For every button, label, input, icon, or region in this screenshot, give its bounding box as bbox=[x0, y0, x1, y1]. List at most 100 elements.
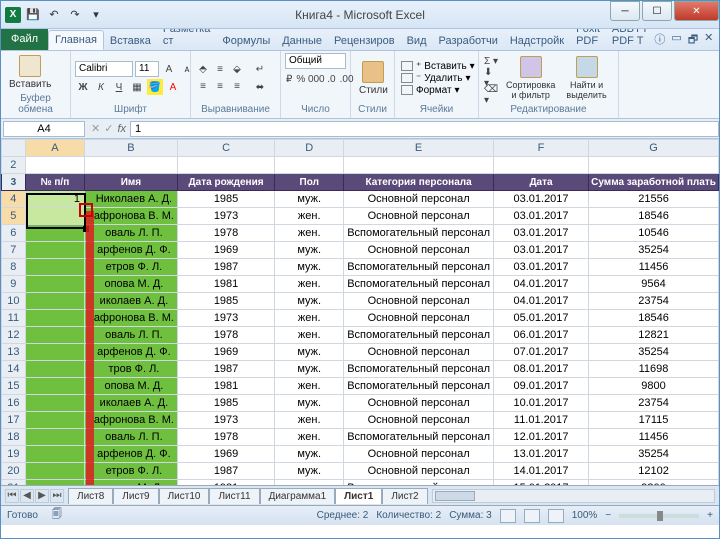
cell[interactable]: 1978 bbox=[177, 429, 274, 446]
cell[interactable] bbox=[25, 327, 84, 344]
cell[interactable]: оваль Л. П. bbox=[84, 225, 177, 242]
cell[interactable]: 1969 bbox=[177, 446, 274, 463]
cell[interactable] bbox=[25, 208, 84, 225]
align-mid[interactable]: ≡ bbox=[212, 62, 228, 78]
tab-dev[interactable]: Разработчи bbox=[433, 32, 504, 50]
cell[interactable]: Вспомогательный персонал bbox=[344, 327, 494, 344]
fx-icon[interactable]: fx bbox=[117, 123, 126, 135]
align-center[interactable]: ≡ bbox=[212, 79, 228, 95]
cell[interactable]: жен. bbox=[275, 310, 344, 327]
horizontal-scrollbar[interactable] bbox=[432, 489, 715, 503]
cell[interactable]: 12102 bbox=[589, 463, 719, 480]
sheet-tab[interactable]: Лист2 bbox=[382, 488, 427, 504]
cell[interactable]: Основной персонал bbox=[344, 242, 494, 259]
cell[interactable]: 18546 bbox=[589, 310, 719, 327]
paste-button[interactable]: Вставить bbox=[5, 53, 55, 92]
cell[interactable] bbox=[25, 446, 84, 463]
cell[interactable]: 35254 bbox=[589, 344, 719, 361]
cell[interactable]: афронова В. М. bbox=[84, 208, 177, 225]
tab-formulas[interactable]: Формулы bbox=[216, 32, 276, 50]
number-format-combo[interactable]: Общий bbox=[285, 53, 346, 69]
cell[interactable]: 1 bbox=[25, 191, 84, 208]
cell[interactable]: жен. bbox=[275, 208, 344, 225]
cell[interactable] bbox=[25, 276, 84, 293]
tab-nav-next[interactable]: ▶ bbox=[35, 489, 49, 503]
cell[interactable]: жен. bbox=[275, 429, 344, 446]
cell[interactable]: 18546 bbox=[589, 208, 719, 225]
cell[interactable]: 1985 bbox=[177, 293, 274, 310]
table-header[interactable]: Дата рождения bbox=[177, 174, 274, 191]
align-left[interactable]: ≡ bbox=[195, 79, 211, 95]
tab-addins[interactable]: Надстройк bbox=[504, 32, 570, 50]
close-button[interactable]: ✕ bbox=[674, 1, 719, 21]
cell[interactable]: 35254 bbox=[589, 242, 719, 259]
row-header[interactable]: 12 bbox=[2, 327, 26, 344]
cell[interactable]: муж. bbox=[275, 395, 344, 412]
row-header[interactable]: 21 bbox=[2, 480, 26, 486]
cell[interactable]: Основной персонал bbox=[344, 412, 494, 429]
cell[interactable]: жен. bbox=[275, 480, 344, 486]
select-all-corner[interactable] bbox=[2, 140, 26, 157]
cell[interactable]: жен. bbox=[275, 412, 344, 429]
min-ribbon-icon[interactable]: ▭ bbox=[671, 31, 681, 50]
cell[interactable] bbox=[25, 463, 84, 480]
cell[interactable]: 21556 bbox=[589, 191, 719, 208]
name-box[interactable]: A4 bbox=[3, 121, 85, 137]
row-header[interactable]: 19 bbox=[2, 446, 26, 463]
sort-filter-button[interactable]: Сортировка и фильтр bbox=[502, 54, 559, 102]
row-header[interactable]: 18 bbox=[2, 429, 26, 446]
cell[interactable]: опова М. Д. bbox=[84, 276, 177, 293]
worksheet[interactable]: A B C D E F G 2 3 № п/п Имя Дата рождени… bbox=[1, 139, 719, 485]
cell[interactable]: 35254 bbox=[589, 446, 719, 463]
cell[interactable]: Основной персонал bbox=[344, 463, 494, 480]
cell[interactable] bbox=[25, 395, 84, 412]
font-size-combo[interactable]: 11 bbox=[135, 61, 159, 77]
cell[interactable]: муж. bbox=[275, 463, 344, 480]
currency-button[interactable]: ₽ bbox=[285, 71, 293, 87]
cell[interactable]: 03.01.2017 bbox=[494, 208, 589, 225]
zoom-out[interactable]: − bbox=[605, 510, 611, 521]
col-header-c[interactable]: C bbox=[177, 140, 274, 157]
tab-nav-prev[interactable]: ◀ bbox=[20, 489, 34, 503]
cell[interactable]: 1978 bbox=[177, 225, 274, 242]
cell[interactable] bbox=[25, 259, 84, 276]
col-header-a[interactable]: A bbox=[25, 140, 84, 157]
cell[interactable]: арфенов Д. Ф. bbox=[84, 242, 177, 259]
cell[interactable]: Основной персонал bbox=[344, 446, 494, 463]
cell[interactable]: 10.01.2017 bbox=[494, 395, 589, 412]
delete-cells[interactable]: ⁻ Удалить ▾ bbox=[399, 73, 477, 84]
cell[interactable]: 9564 bbox=[589, 276, 719, 293]
fill-color-button[interactable]: 🪣 bbox=[147, 79, 163, 95]
cell[interactable]: жен. bbox=[275, 276, 344, 293]
cell[interactable] bbox=[25, 293, 84, 310]
sheet-tab[interactable]: Диаграмма1 bbox=[260, 488, 336, 504]
cell[interactable]: 03.01.2017 bbox=[494, 191, 589, 208]
cell[interactable]: 11698 bbox=[589, 361, 719, 378]
cell[interactable]: 10546 bbox=[589, 225, 719, 242]
cell[interactable]: 06.01.2017 bbox=[494, 327, 589, 344]
percent-button[interactable]: % bbox=[295, 71, 306, 87]
bold-button[interactable]: Ж bbox=[75, 79, 91, 95]
cell[interactable]: 1981 bbox=[177, 276, 274, 293]
align-bot[interactable]: ⬙ bbox=[229, 62, 245, 78]
clear-button[interactable]: ⌫ ▾ bbox=[483, 87, 499, 103]
tab-view[interactable]: Вид bbox=[401, 32, 433, 50]
cell[interactable]: муж. bbox=[275, 446, 344, 463]
tab-file[interactable]: Файл bbox=[1, 28, 48, 50]
cell[interactable]: 1973 bbox=[177, 208, 274, 225]
cell[interactable]: 1981 bbox=[177, 378, 274, 395]
cell[interactable] bbox=[25, 242, 84, 259]
row-header[interactable]: 6 bbox=[2, 225, 26, 242]
cell[interactable]: Основной персонал bbox=[344, 293, 494, 310]
align-top[interactable]: ⬘ bbox=[195, 62, 211, 78]
cell[interactable]: етров Ф. Л. bbox=[84, 463, 177, 480]
sheet-tab[interactable]: Лист11 bbox=[209, 488, 259, 504]
cell[interactable] bbox=[25, 310, 84, 327]
wrap-text[interactable]: ↵ bbox=[252, 61, 268, 77]
row-header[interactable]: 14 bbox=[2, 361, 26, 378]
cell[interactable]: 23754 bbox=[589, 293, 719, 310]
font-color-button[interactable]: A bbox=[165, 79, 181, 95]
inc-dec[interactable]: .0 bbox=[326, 71, 336, 87]
restore-wb-icon[interactable]: 🗗 bbox=[688, 31, 698, 50]
row-header[interactable]: 15 bbox=[2, 378, 26, 395]
